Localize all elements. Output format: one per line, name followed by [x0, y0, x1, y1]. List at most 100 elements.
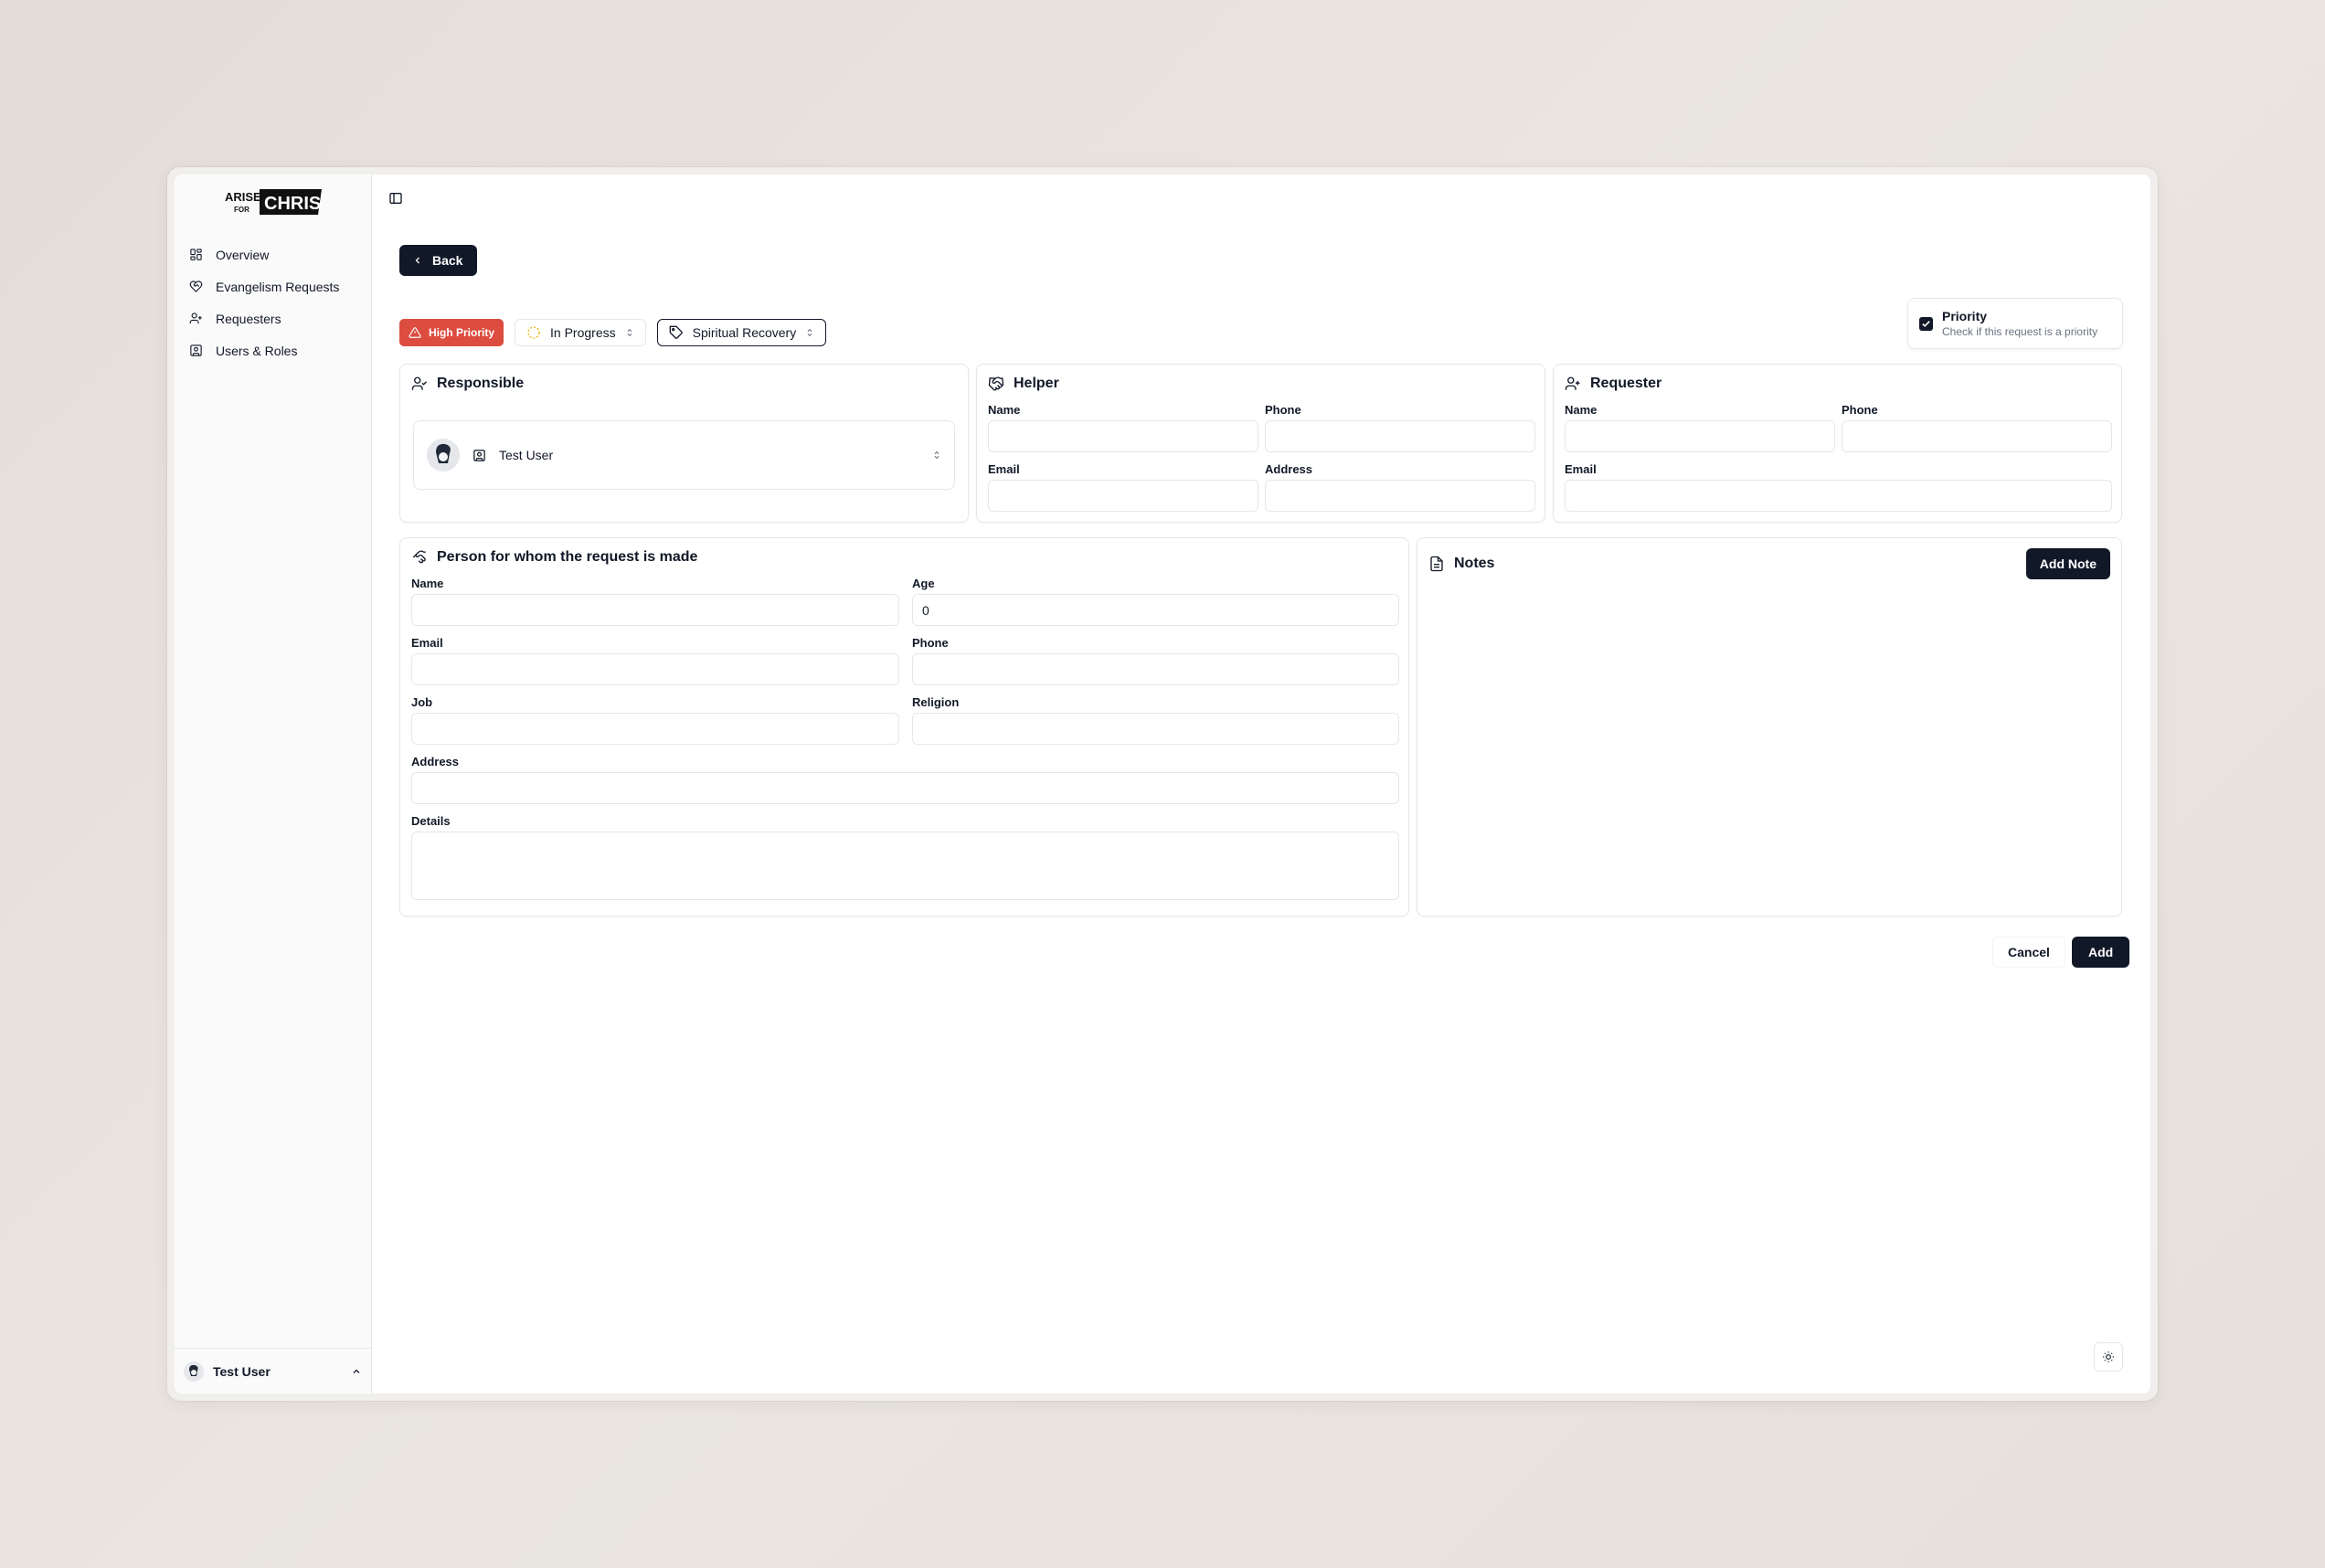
user-avatar-icon — [184, 1361, 204, 1382]
helper-card: Helper Name Phone Email Address — [976, 364, 1545, 523]
add-note-button[interactable]: Add Note — [2025, 548, 2110, 579]
person-address-field[interactable] — [411, 772, 1399, 804]
helper-address-field[interactable] — [1265, 480, 1535, 512]
requester-name-label: Name — [1565, 403, 1598, 417]
sidebar-item-evangelism-requests[interactable]: Evangelism Requests — [184, 272, 362, 301]
loader-circle-icon — [527, 326, 540, 339]
person-title: Person for whom the request is made — [411, 549, 697, 566]
tag-icon — [669, 325, 683, 339]
helper-name-label: Name — [988, 403, 1021, 417]
priority-checkbox-card[interactable]: Priority Check if this request is a prio… — [1907, 298, 2123, 349]
heart-handshake-icon — [189, 281, 203, 292]
person-name-field[interactable] — [411, 594, 899, 626]
priority-description: Check if this request is a priority — [1942, 325, 2098, 338]
svg-text:CHRIST: CHRIST — [264, 194, 324, 214]
app-window: ARISE FOR CHRIST Overview Evangelism Req… — [167, 167, 2158, 1401]
helper-phone-field[interactable] — [1265, 420, 1535, 452]
app-frame: ARISE FOR CHRIST Overview Evangelism Req… — [175, 175, 2150, 1393]
sidebar-toggle-icon[interactable] — [388, 191, 403, 206]
requester-title: Requester — [1565, 376, 1661, 392]
notes-title-text: Notes — [1454, 556, 1495, 571]
sidebar-item-label: Overview — [216, 247, 270, 262]
person-job-field[interactable] — [411, 713, 899, 745]
arise-for-christ-logo: ARISE FOR CHRIST — [225, 189, 324, 215]
contact-icon — [473, 449, 485, 461]
user-plus-icon — [1565, 376, 1580, 390]
requester-title-text: Requester — [1590, 376, 1662, 391]
requester-email-field[interactable] — [1565, 480, 2112, 512]
priority-badge: High Priority — [399, 319, 504, 346]
sidebar-item-users-roles[interactable]: Users & Roles — [184, 336, 362, 365]
person-title-text: Person for whom the request is made — [437, 549, 698, 565]
requester-phone-label: Phone — [1842, 403, 1878, 417]
app-logo[interactable]: ARISE FOR CHRIST — [175, 180, 371, 224]
person-details-textarea[interactable] — [411, 832, 1399, 900]
avatar — [427, 439, 460, 471]
person-phone-label: Phone — [912, 636, 949, 650]
person-address-label: Address — [411, 755, 460, 768]
person-age-label: Age — [912, 577, 935, 590]
person-job-label: Job — [411, 695, 433, 709]
person-name-label: Name — [411, 577, 444, 590]
responsible-select[interactable]: Test User — [413, 420, 955, 490]
back-label: Back — [432, 253, 463, 268]
check-icon — [1922, 320, 1930, 327]
requester-phone-field[interactable] — [1842, 420, 2112, 452]
notes-title: Notes — [1428, 556, 1494, 572]
status-value: In Progress — [550, 325, 616, 340]
priority-checkbox[interactable] — [1919, 316, 1933, 331]
sidebar-item-label: Evangelism Requests — [216, 279, 340, 294]
helper-title-text: Helper — [1014, 376, 1059, 391]
category-select[interactable]: Spiritual Recovery — [656, 319, 827, 346]
chevrons-up-down-icon — [807, 328, 812, 337]
person-card: Person for whom the request is made Name… — [399, 537, 1409, 916]
sun-icon — [2103, 1351, 2114, 1362]
person-email-field[interactable] — [411, 653, 899, 685]
responsible-card: Responsible Test User — [399, 364, 969, 523]
helper-name-field[interactable] — [988, 420, 1258, 452]
chevron-left-icon — [415, 257, 419, 264]
svg-text:ARISE: ARISE — [225, 190, 261, 204]
status-select[interactable]: In Progress — [515, 319, 646, 346]
chevrons-up-down-icon — [934, 450, 940, 460]
user-menu[interactable]: Test User — [175, 1348, 371, 1393]
contact-icon — [190, 344, 202, 356]
person-email-label: Email — [411, 636, 443, 650]
responsible-user: Test User — [499, 448, 554, 462]
add-button[interactable]: Add — [2072, 937, 2130, 968]
person-phone-field[interactable] — [912, 653, 1399, 685]
theme-toggle-button[interactable] — [2094, 1342, 2123, 1372]
chevron-up-icon — [353, 1369, 360, 1373]
user-plus-icon — [189, 313, 202, 324]
avatar — [184, 1361, 204, 1382]
user-name: Test User — [213, 1363, 271, 1379]
responsible-title-text: Responsible — [437, 376, 525, 391]
category-value: Spiritual Recovery — [692, 325, 797, 340]
file-text-icon — [1430, 556, 1443, 572]
chevrons-up-down-icon — [627, 328, 632, 337]
person-religion-field[interactable] — [912, 713, 1399, 745]
sidebar-item-requesters[interactable]: Requesters — [184, 304, 362, 333]
back-button[interactable]: Back — [399, 245, 478, 276]
requester-card: Requester Name Phone Email — [1553, 364, 2122, 523]
sidebar-nav: Overview Evangelism Requests Requesters … — [175, 233, 371, 372]
sidebar-item-overview[interactable]: Overview — [184, 240, 362, 269]
helper-email-field[interactable] — [988, 480, 1258, 512]
request-toolbar: High Priority In Progress Spiritual Reco… — [399, 319, 827, 346]
cancel-button[interactable]: Cancel — [1992, 937, 2065, 968]
requester-email-label: Email — [1565, 462, 1597, 476]
person-details-label: Details — [411, 814, 451, 828]
handshake-icon — [988, 376, 1004, 391]
grid-icon — [190, 249, 202, 260]
main-content: Back High Priority In Progress Spiritual… — [372, 175, 2150, 1393]
person-age-field[interactable]: 0 — [912, 594, 1399, 626]
alert-triangle-icon — [409, 327, 421, 338]
notes-card: Notes Add Note — [1417, 537, 2122, 916]
helper-title: Helper — [988, 376, 1059, 392]
sidebar-item-label: Users & Roles — [216, 343, 298, 358]
person-religion-label: Religion — [912, 695, 960, 709]
sidebar: ARISE FOR CHRIST Overview Evangelism Req… — [175, 175, 372, 1393]
priority-text: Priority Check if this request is a prio… — [1942, 309, 2097, 338]
responsible-title: Responsible — [411, 376, 524, 392]
requester-name-field[interactable] — [1565, 420, 1835, 452]
